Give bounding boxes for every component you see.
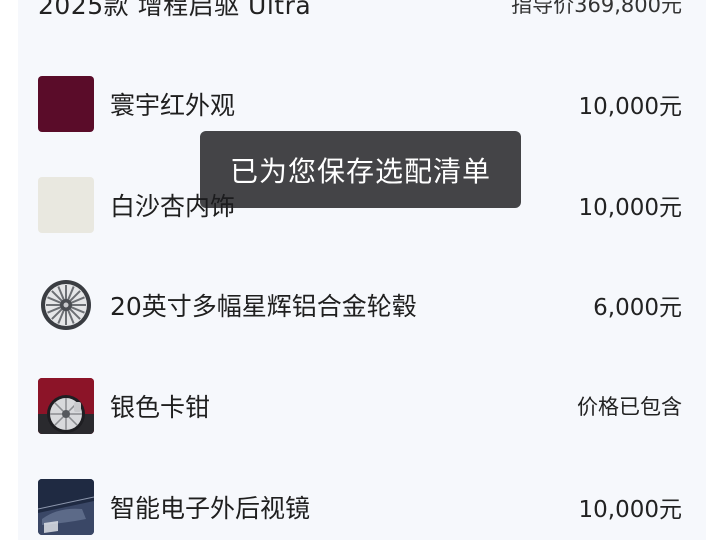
option-row-wheels[interactable]: 20英寸多幅星辉铝合金轮毂 6,000元 [38, 277, 682, 333]
wheel-rim-icon [38, 277, 94, 333]
saved-config-toast: 已为您保存选配清单 [200, 131, 521, 208]
white-interior-swatch [38, 177, 94, 233]
caliper-photo [38, 378, 94, 434]
option-price: 10,000元 [578, 94, 682, 120]
option-price: 6,000元 [593, 295, 682, 321]
red-paint-swatch [38, 76, 94, 132]
option-price: 10,000元 [578, 497, 682, 523]
option-label: 寰宇红外观 [110, 91, 236, 120]
guide-price: 指导价369,800元 [511, 0, 682, 17]
option-label: 银色卡钳 [110, 393, 211, 422]
option-row-mirror[interactable]: 智能电子外后视镜 10,000元 [38, 479, 682, 535]
option-row-exterior[interactable]: 寰宇红外观 10,000元 [38, 76, 682, 132]
model-header: 2025款 增程启驱 Ultra 指导价369,800元 [38, 0, 682, 22]
option-price: 10,000元 [578, 195, 682, 221]
option-price: 价格已包含 [577, 395, 682, 419]
option-label: 20英寸多幅星辉铝合金轮毂 [110, 292, 417, 321]
option-row-caliper[interactable]: 银色卡钳 价格已包含 [38, 378, 682, 434]
model-name: 2025款 增程启驱 Ultra [38, 0, 312, 20]
mirror-photo [38, 479, 94, 535]
option-label: 智能电子外后视镜 [110, 494, 311, 523]
